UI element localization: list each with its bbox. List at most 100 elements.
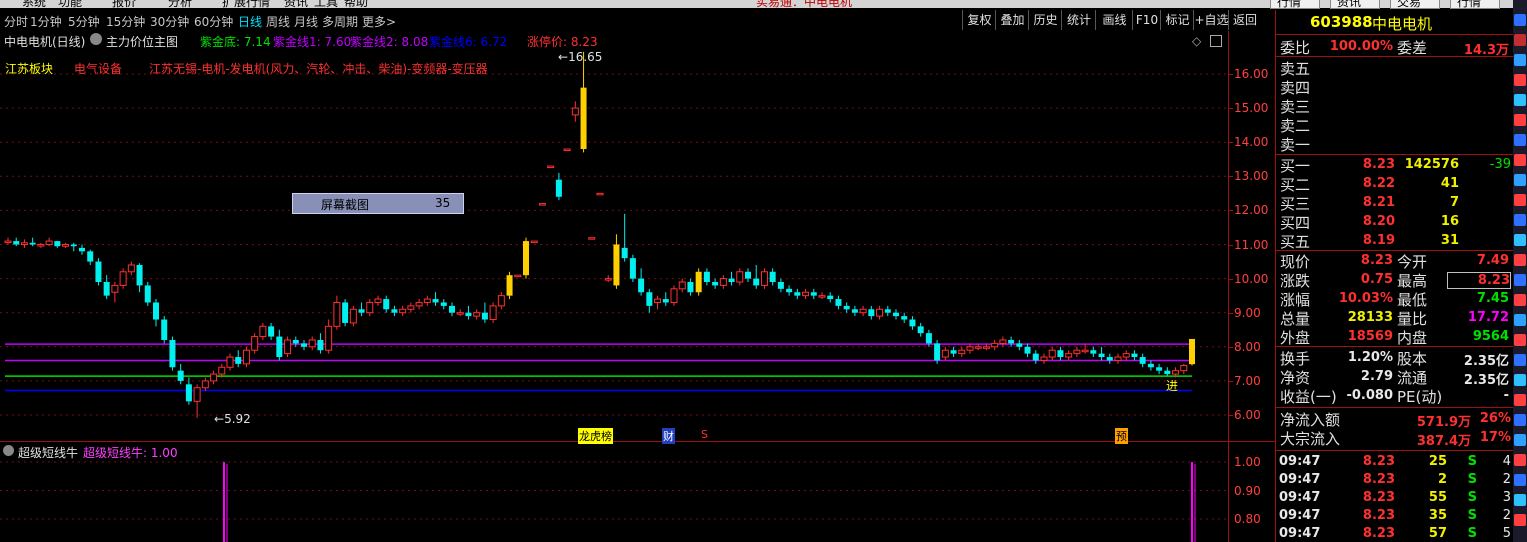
period-tab-0[interactable]: 分时	[4, 13, 28, 30]
period-tab-10[interactable]: 更多>	[362, 13, 396, 30]
screenshot-label: 屏幕截图	[321, 198, 370, 212]
menu-item-7[interactable]: 帮助	[344, 0, 368, 8]
stat-value: 2.35亿	[1463, 354, 1509, 369]
candle-body	[638, 278, 645, 293]
candle-body	[54, 241, 61, 247]
candle-body	[1122, 353, 1130, 358]
tick-price: 8.23	[1362, 526, 1395, 541]
candle-body	[966, 346, 974, 351]
price-axis-label: 11.00	[1234, 237, 1269, 252]
sidebar-tool-icon[interactable]	[1514, 14, 1526, 26]
quote-header: 603988 中电电机	[1276, 10, 1513, 33]
sidebar-tool-icon[interactable]	[1514, 314, 1526, 326]
candle-body	[37, 244, 45, 247]
period-tab-8[interactable]: 月线	[294, 13, 318, 30]
sidebar-tool-icon[interactable]	[1514, 294, 1526, 306]
toolbar-button-7[interactable]: +自选	[1193, 10, 1229, 30]
sidebar-tool-icon[interactable]	[1514, 54, 1526, 66]
sidebar-tool-icon[interactable]	[1514, 394, 1526, 406]
candle-body	[901, 316, 908, 320]
toolbar-button-3[interactable]: 统计	[1061, 10, 1096, 30]
stat-label: 最高	[1397, 272, 1428, 290]
toolbar-button-4[interactable]: 画线	[1095, 10, 1133, 30]
high-value: 16.65	[568, 50, 603, 64]
sidebar-tool-icon[interactable]	[1514, 74, 1526, 86]
sidebar-tool-icon[interactable]	[1514, 174, 1526, 186]
menu-item-5[interactable]: 资讯	[284, 0, 308, 8]
toolbar-button-2[interactable]: 历史	[1028, 10, 1062, 30]
toolbar-button-8[interactable]: 返回	[1228, 10, 1261, 30]
candle-body	[1106, 357, 1113, 361]
sidebar-tool-icon[interactable]	[1514, 414, 1526, 426]
sell-label: 卖五	[1280, 60, 1311, 78]
candle-body	[678, 281, 686, 290]
sidebar-tool-icon[interactable]	[1514, 274, 1526, 286]
candle-body	[1164, 370, 1171, 375]
top-tab-1[interactable]: 资讯	[1330, 0, 1380, 9]
sidebar-tool-icon[interactable]	[1514, 354, 1526, 366]
indicator-settings-icon[interactable]	[90, 33, 102, 45]
candle-body	[226, 356, 234, 368]
candle-body	[670, 288, 678, 303]
sidebar-tool-icon[interactable]	[1514, 454, 1526, 466]
menu-item-1[interactable]: 功能	[58, 0, 82, 8]
stat-label: 量比	[1397, 310, 1428, 328]
toolbar-button-0[interactable]: 复权	[962, 10, 996, 30]
sidebar-tool-icon[interactable]	[1514, 34, 1526, 46]
top-tab-label: 行情	[1457, 0, 1482, 9]
stat-value: 9564	[1472, 329, 1509, 344]
price-axis-tick	[1228, 142, 1233, 144]
sidebar-tool-icon[interactable]	[1514, 214, 1526, 226]
stat-value: 8.23	[1447, 272, 1511, 289]
period-tab-3[interactable]: 15分钟	[106, 13, 145, 30]
candlestick-chart[interactable]	[0, 45, 1228, 440]
tick-price: 8.23	[1362, 454, 1395, 469]
candle-body	[530, 240, 538, 244]
buy-price: 8.22	[1362, 176, 1395, 191]
sidebar-tool-icon[interactable]	[1514, 134, 1526, 146]
sidebar-tool-icon[interactable]	[1514, 514, 1526, 526]
menu-item-0[interactable]: 系统	[22, 0, 46, 8]
sidebar-tool-icon[interactable]	[1514, 194, 1526, 206]
weicha-label: 委差	[1397, 39, 1428, 57]
flow-percent: 26%	[1479, 411, 1511, 426]
sidebar-tool-icon[interactable]	[1514, 474, 1526, 486]
menu-item-2[interactable]: 报价	[112, 0, 136, 8]
period-tab-4[interactable]: 30分钟	[150, 13, 189, 30]
candle-body	[835, 299, 842, 306]
sidebar-tool-icon[interactable]	[1514, 494, 1526, 506]
period-tab-1[interactable]: 1分钟	[30, 13, 62, 30]
weibi-label: 委比	[1280, 39, 1311, 57]
sidebar-tool-icon[interactable]	[1514, 114, 1526, 126]
period-tab-9[interactable]: 多周期	[322, 13, 358, 30]
menu-item-3[interactable]: 分析	[168, 0, 192, 8]
sidebar-tool-icon[interactable]	[1514, 434, 1526, 446]
period-tab-5[interactable]: 60分钟	[194, 13, 233, 30]
sub-indicator-chart[interactable]	[0, 442, 1228, 542]
menu-item-4[interactable]: 扩展行情	[222, 0, 270, 8]
menu-item-6[interactable]: 工具	[314, 0, 338, 8]
tick-side: S	[1467, 508, 1477, 523]
candle-body	[917, 326, 924, 334]
period-tab-2[interactable]: 5分钟	[68, 13, 100, 30]
toolbar-button-5[interactable]: F10	[1132, 10, 1161, 30]
sidebar-tool-icon[interactable]	[1514, 154, 1526, 166]
toolbar-button-1[interactable]: 叠加	[995, 10, 1029, 30]
price-axis-label: 9.00	[1234, 305, 1261, 320]
sidebar-tool-icon[interactable]	[1514, 254, 1526, 266]
top-tab-0[interactable]: 行情	[1270, 0, 1320, 9]
candle-body	[1189, 338, 1195, 365]
sidebar-tool-icon[interactable]	[1514, 334, 1526, 346]
sidebar-tool-icon[interactable]	[1514, 94, 1526, 106]
period-tab-6[interactable]: 日线	[238, 13, 262, 30]
price-axis-tick	[1228, 210, 1233, 212]
top-tab-2[interactable]: 交易	[1390, 0, 1440, 9]
sidebar-tool-icon[interactable]	[1514, 234, 1526, 246]
toolbar-button-6[interactable]: 标记	[1160, 10, 1194, 30]
candle-body	[523, 241, 529, 276]
marker-s[interactable]: S	[701, 428, 708, 441]
sidebar-tool-icon[interactable]	[1514, 374, 1526, 386]
period-tab-7[interactable]: 周线	[266, 13, 290, 30]
top-tab-3[interactable]: 行情	[1450, 0, 1500, 9]
candle-body	[604, 278, 612, 281]
